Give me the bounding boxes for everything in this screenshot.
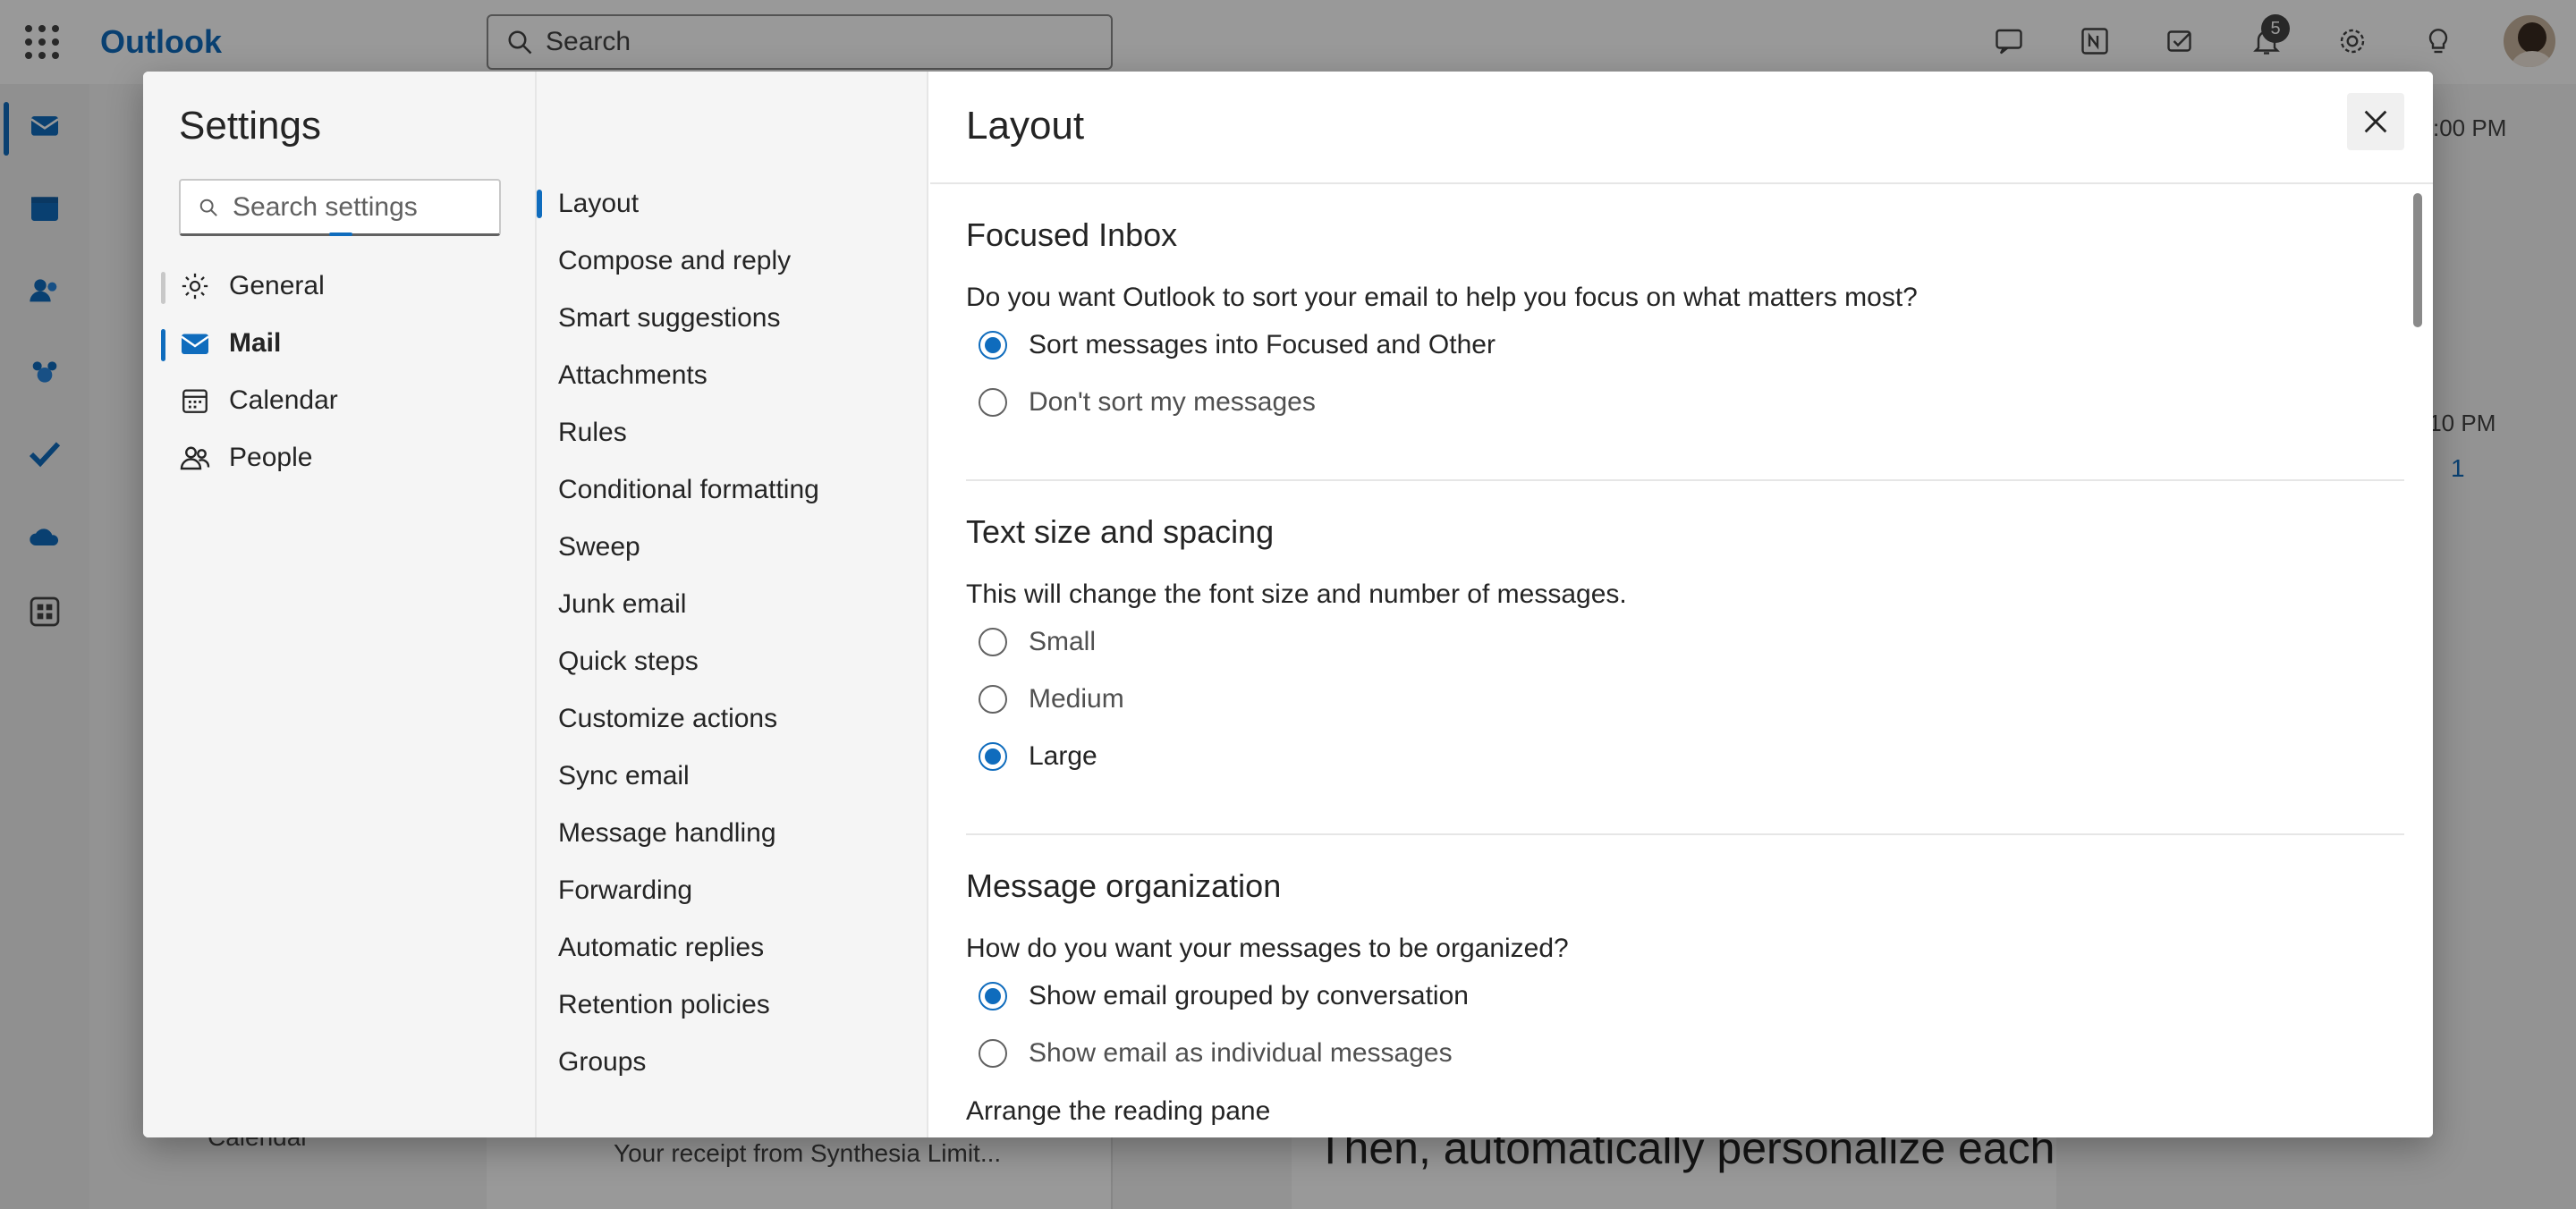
panel-header-divider <box>930 182 2433 184</box>
radio-button[interactable] <box>979 1039 1007 1068</box>
radio-label: Sort messages into Focused and Other <box>1029 330 1496 359</box>
subcategory-attachments[interactable]: Attachments <box>558 349 708 402</box>
subcategory-quick-steps[interactable]: Quick steps <box>558 635 699 689</box>
category-people[interactable]: People <box>179 431 510 485</box>
text-size-heading: Text size and spacing <box>966 513 1275 550</box>
radio-label: Show email grouped by conversation <box>1029 981 1469 1010</box>
settings-dialog: Settings Search settings General Mail Ca… <box>143 72 2433 1137</box>
subcategory-customize-actions[interactable]: Customize actions <box>558 692 777 746</box>
radio-individual-messages[interactable]: Show email as individual messages <box>979 1032 1453 1075</box>
radio-button-checked[interactable] <box>979 982 1007 1010</box>
subcategory-compose-and-reply[interactable]: Compose and reply <box>558 234 791 288</box>
message-organization-question: How do you want your messages to be orga… <box>966 934 1569 963</box>
focused-inbox-question: Do you want Outlook to sort your email t… <box>966 283 1918 312</box>
radio-label: Medium <box>1029 684 1124 714</box>
radio-text-medium[interactable]: Medium <box>979 678 1124 721</box>
gear-icon <box>179 270 211 302</box>
radio-label: Large <box>1029 741 1097 771</box>
subcategory-junk-email[interactable]: Junk email <box>558 578 686 631</box>
category-active-indicator <box>161 329 165 361</box>
subcategory-sync-email[interactable]: Sync email <box>558 749 690 803</box>
radio-text-small[interactable]: Small <box>979 621 1096 664</box>
message-organization-heading: Message organization <box>966 867 1282 904</box>
subcategory-sweep[interactable]: Sweep <box>558 520 640 574</box>
section-divider <box>966 479 2404 481</box>
radio-text-large[interactable]: Large <box>979 735 1097 778</box>
subcategory-smart-suggestions[interactable]: Smart suggestions <box>558 292 780 345</box>
subcategory-groups[interactable]: Groups <box>558 1036 646 1089</box>
category-calendar[interactable]: Calendar <box>179 374 510 427</box>
category-indicator <box>161 272 165 304</box>
reading-pane-heading: Arrange the reading pane <box>966 1096 1271 1126</box>
calendar-icon <box>179 385 211 417</box>
radio-dont-sort[interactable]: Don't sort my messages <box>979 381 1316 424</box>
subcategory-forwarding[interactable]: Forwarding <box>558 864 692 917</box>
category-label: Calendar <box>229 385 338 415</box>
category-general[interactable]: General <box>179 259 510 313</box>
panel-scrollbar[interactable] <box>2413 193 2422 327</box>
search-icon <box>199 199 217 216</box>
category-label: People <box>229 443 313 472</box>
radio-label: Show email as individual messages <box>1029 1038 1453 1068</box>
radio-sort-focused-other[interactable]: Sort messages into Focused and Other <box>979 324 1496 367</box>
mail-icon <box>179 327 211 359</box>
settings-search-placeholder: Search settings <box>233 191 418 222</box>
radio-button-checked[interactable] <box>979 331 1007 359</box>
settings-categories-pane: Settings Search settings General Mail Ca… <box>143 72 535 1137</box>
settings-title: Settings <box>179 104 321 148</box>
section-divider <box>966 833 2404 835</box>
subcategory-rules[interactable]: Rules <box>558 406 627 460</box>
people-icon <box>179 442 211 474</box>
category-label: General <box>229 271 325 300</box>
panel-title: Layout <box>966 104 1085 148</box>
radio-button[interactable] <box>979 628 1007 656</box>
text-size-question: This will change the font size and numbe… <box>966 579 1627 609</box>
subcategory-message-handling[interactable]: Message handling <box>558 807 776 860</box>
category-label: Mail <box>229 328 282 358</box>
subcategory-retention-policies[interactable]: Retention policies <box>558 978 770 1032</box>
subcategory-active-indicator <box>537 190 542 218</box>
radio-label: Don't sort my messages <box>1029 387 1316 417</box>
subcategory-conditional-formatting[interactable]: Conditional formatting <box>558 463 819 517</box>
radio-grouped-by-conversation[interactable]: Show email grouped by conversation <box>979 975 1469 1018</box>
close-button[interactable] <box>2347 93 2404 150</box>
subcategory-layout[interactable]: Layout <box>558 177 639 231</box>
search-focus-indicator <box>329 232 352 236</box>
focused-inbox-heading: Focused Inbox <box>966 216 1178 253</box>
settings-search-input[interactable]: Search settings <box>179 179 501 236</box>
radio-button[interactable] <box>979 685 1007 714</box>
radio-button-checked[interactable] <box>979 742 1007 771</box>
radio-button[interactable] <box>979 388 1007 417</box>
close-icon <box>2364 110 2387 133</box>
category-mail[interactable]: Mail <box>179 317 510 370</box>
radio-label: Small <box>1029 627 1097 656</box>
layout-settings-panel: Layout Focused Inbox Do you want Outlook… <box>930 72 2433 1137</box>
subcategory-automatic-replies[interactable]: Automatic replies <box>558 921 764 975</box>
